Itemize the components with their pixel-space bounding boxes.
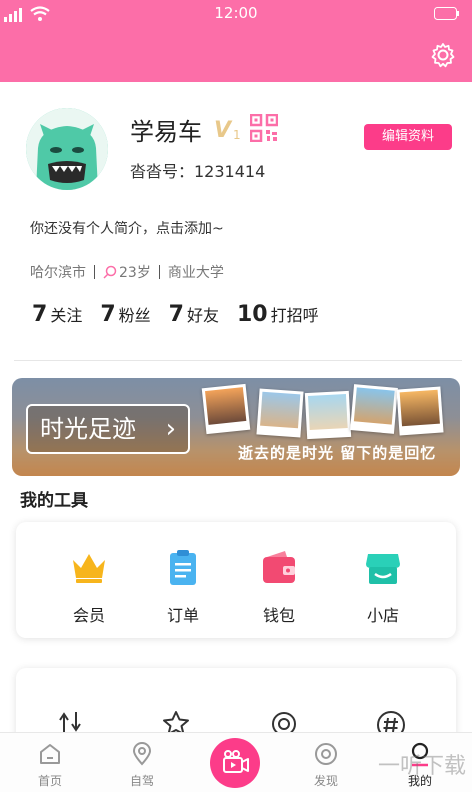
edit-profile-button[interactable]: 编辑资料 [364, 124, 452, 150]
shop-icon [366, 554, 400, 584]
stat-label: 好友 [186, 306, 219, 325]
home-icon [40, 744, 60, 764]
tab-label: 自驾 [129, 774, 154, 788]
divider [94, 265, 95, 279]
watermark-text: 一听下载 [377, 754, 466, 779]
vip-badge: V [214, 118, 232, 143]
tab-label: 发现 [313, 774, 338, 788]
location-icon [132, 742, 152, 766]
user-id: 沓沓号：1231414 [130, 162, 266, 181]
chevron-right-icon: › [165, 414, 176, 444]
tab-discover[interactable]: 发现 [296, 741, 356, 789]
stat-followers[interactable]: 7 粉丝 [100, 302, 150, 327]
bio-prompt[interactable]: 你还没有个人简介，点击添加~ [30, 218, 224, 238]
tool-label: 订单 [166, 606, 199, 625]
age: 23岁 [119, 265, 151, 281]
stat-number: 7 [32, 302, 48, 327]
stat-number: 10 [236, 302, 268, 327]
stat-number: 7 [168, 302, 184, 327]
status-time: 12:00 [214, 4, 258, 22]
city: 哈尔滨市 [30, 265, 86, 281]
tools-section-title: 我的工具 [20, 491, 88, 511]
tab-label: 首页 [37, 774, 62, 788]
divider [158, 265, 160, 279]
vip-level: 1 [233, 128, 241, 142]
stat-friends[interactable]: 7 好友 [169, 302, 219, 327]
sort-arrows-icon[interactable] [58, 710, 86, 734]
memories-button-label: 时光足迹 [40, 415, 136, 443]
memories-banner[interactable]: 时光足迹 › 逝去的是时光 留下的是回忆 [12, 378, 460, 476]
female-gender-icon [103, 265, 117, 279]
photo-thumbnail [304, 390, 352, 440]
monster-avatar-icon [26, 108, 108, 190]
settings-gear-icon[interactable] [430, 42, 456, 68]
tool-label: 小店 [366, 606, 399, 625]
avatar[interactable] [26, 108, 108, 190]
crown-icon [73, 554, 105, 583]
username: 学易车 [130, 118, 202, 146]
photo-thumbnail [201, 383, 251, 435]
stat-following[interactable]: 7 关注 [32, 302, 82, 327]
stat-number: 7 [100, 302, 116, 327]
tool-shop[interactable]: 小店 [348, 548, 418, 626]
wallet-icon [263, 551, 295, 583]
photo-thumbnail [350, 384, 398, 434]
tool-orders[interactable]: 订单 [148, 548, 218, 626]
stat-label: 粉丝 [118, 306, 151, 325]
tab-home[interactable]: 首页 [20, 741, 80, 789]
memories-button[interactable]: 时光足迹 › [26, 404, 190, 454]
qr-code-icon[interactable] [250, 114, 278, 142]
stat-greetings[interactable]: 10 打招呼 [237, 302, 319, 327]
stat-label: 关注 [50, 306, 83, 325]
tab-self-drive[interactable]: 自驾 [112, 741, 172, 789]
school: 商业大学 [167, 265, 224, 281]
video-camera-icon [223, 750, 249, 773]
order-icon [170, 550, 196, 585]
section-divider [14, 360, 462, 361]
tool-label: 会员 [72, 606, 105, 625]
profile-meta: 哈尔滨市 23岁 商业大学 [30, 262, 224, 282]
tool-wallet[interactable]: 钱包 [244, 548, 314, 626]
tools-card: 会员 订单 钱包 小店 [16, 522, 456, 638]
social-stats: 7 关注 7 粉丝 7 好友 10 打招呼 [32, 302, 337, 327]
tool-label: 钱包 [262, 606, 295, 625]
banner-slogan: 逝去的是时光 留下的是回忆 [238, 444, 437, 462]
battery-icon [434, 7, 459, 20]
discover-icon [315, 743, 337, 765]
publish-video-button[interactable] [210, 738, 260, 788]
tool-membership[interactable]: 会员 [54, 548, 124, 626]
photo-thumbnail [256, 388, 304, 438]
photo-thumbnail [396, 386, 444, 436]
stat-label: 打招呼 [270, 306, 319, 325]
header-bar: 12:00 [0, 0, 472, 82]
